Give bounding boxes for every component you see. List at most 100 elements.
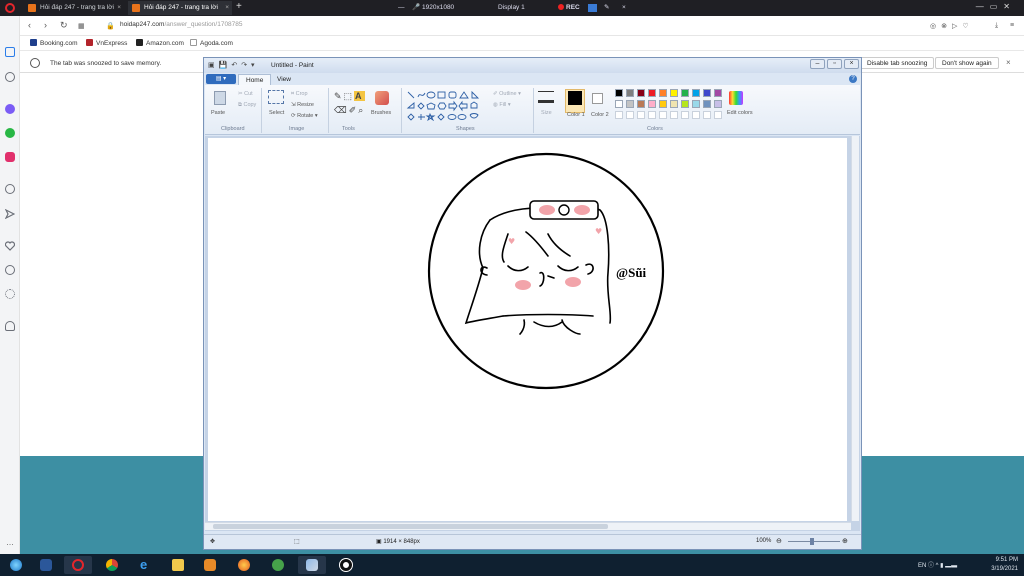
taskbar-explorer[interactable] xyxy=(164,556,192,574)
horizontal-scroll-thumb[interactable] xyxy=(213,524,608,529)
palette-swatch[interactable] xyxy=(692,89,700,97)
taskbar-paint[interactable] xyxy=(298,556,326,574)
shapes-gallery[interactable] xyxy=(406,89,488,121)
zoom-out-icon[interactable]: ⊖ xyxy=(776,537,782,545)
taskbar-app[interactable] xyxy=(264,556,292,574)
close-tab-icon[interactable]: × xyxy=(225,1,229,15)
downloads-icon[interactable]: ⤓ xyxy=(995,22,998,30)
more-icon[interactable]: … xyxy=(6,538,14,547)
bookmark-vnexpress[interactable]: VnExpress xyxy=(86,39,127,47)
taskbar-recorder[interactable] xyxy=(332,556,360,574)
palette-swatch[interactable] xyxy=(692,100,700,108)
system-tray-icons[interactable]: EN ⓘ ^ ▮ ▂▃ xyxy=(918,560,957,569)
bookmark-agoda[interactable]: Agoda.com xyxy=(190,39,233,47)
palette-swatch[interactable] xyxy=(626,89,634,97)
quick-access-toolbar[interactable]: ▣💾↶↷▾ xyxy=(208,61,259,69)
taskbar-firefox[interactable] xyxy=(230,556,258,574)
palette-swatch[interactable] xyxy=(615,100,623,108)
dont-show-again-button[interactable]: Don't show again xyxy=(935,57,999,69)
copy-button[interactable]: ⧉ Copy xyxy=(238,102,256,109)
browser-tab-2[interactable]: Hỏi đáp 247 - trang tra lời × xyxy=(128,1,232,15)
minimize-button[interactable]: – xyxy=(810,59,825,69)
empty-custom-swatch[interactable] xyxy=(626,111,634,119)
palette-swatch[interactable] xyxy=(659,100,667,108)
menu-icon[interactable]: ≡ xyxy=(1010,22,1014,29)
select-button[interactable]: Select xyxy=(269,110,284,116)
palette-swatch[interactable] xyxy=(681,89,689,97)
brushes-button[interactable]: Brushes xyxy=(371,110,391,116)
star-icon[interactable] xyxy=(5,72,15,82)
tools-row-1[interactable]: ✎⬚A xyxy=(334,91,365,102)
browser-tab-1[interactable]: Hỏi đáp 247 - trang tra lời × xyxy=(24,1,124,15)
help-icon[interactable]: ? xyxy=(849,75,857,83)
tab-home[interactable]: Home xyxy=(238,74,272,85)
record-indicator[interactable]: REC xyxy=(558,1,580,15)
file-menu-button[interactable]: ▤ ▾ xyxy=(206,74,236,84)
empty-custom-swatch[interactable] xyxy=(703,111,711,119)
taskbar-media[interactable] xyxy=(196,556,224,574)
brushes-icon[interactable] xyxy=(375,91,389,105)
bookmark-amazon[interactable]: Amazon.com xyxy=(136,39,184,47)
lightbulb-icon[interactable] xyxy=(5,321,15,331)
palette-swatch[interactable] xyxy=(670,89,678,97)
edit-colors-icon[interactable] xyxy=(729,91,743,105)
empty-custom-swatch[interactable] xyxy=(659,111,667,119)
disable-snoozing-button[interactable]: Disable tab snoozing xyxy=(860,57,935,69)
palette-swatch[interactable] xyxy=(637,100,645,108)
mic-icon[interactable]: 🎤 xyxy=(412,1,420,15)
paste-icon[interactable] xyxy=(214,91,226,105)
horizontal-scrollbar[interactable] xyxy=(205,522,851,530)
palette-swatch[interactable] xyxy=(648,100,656,108)
palette-swatch[interactable] xyxy=(670,100,678,108)
palette-swatch[interactable] xyxy=(648,89,656,97)
close-icon[interactable]: × xyxy=(622,1,626,15)
palette-swatch[interactable] xyxy=(703,89,711,97)
empty-custom-swatch[interactable] xyxy=(670,111,678,119)
close-button[interactable]: × xyxy=(844,59,859,69)
settings-icon[interactable] xyxy=(5,289,15,299)
zoom-slider[interactable] xyxy=(788,541,840,542)
empty-custom-swatch[interactable] xyxy=(692,111,700,119)
palette-swatch[interactable] xyxy=(681,100,689,108)
palette-swatch[interactable] xyxy=(659,89,667,97)
palette-swatch[interactable] xyxy=(626,100,634,108)
tools-row-2[interactable]: ⌫✐⌕ xyxy=(334,105,365,116)
new-tab-button[interactable]: + xyxy=(236,1,242,12)
vertical-scrollbar[interactable] xyxy=(851,136,859,521)
reload-icon[interactable]: ↻ xyxy=(60,20,68,31)
rotate-button[interactable]: ⟳ Rotate ▾ xyxy=(291,113,318,119)
size-icon[interactable] xyxy=(538,91,554,103)
opera-logo-icon[interactable] xyxy=(5,3,15,13)
speed-dial-icon[interactable]: ▦ xyxy=(78,22,85,30)
drawing-canvas[interactable]: ♥ ♥ @Sũi xyxy=(208,138,847,521)
fill-button[interactable]: ◍ Fill ▾ xyxy=(493,102,511,108)
close-infobar-icon[interactable]: × xyxy=(1006,58,1011,67)
empty-custom-swatch[interactable] xyxy=(615,111,623,119)
clock[interactable]: 9:51 PM 3/19/2021 xyxy=(991,556,1018,574)
paste-button[interactable]: Paste xyxy=(211,110,225,116)
empty-custom-swatch[interactable] xyxy=(681,111,689,119)
select-icon[interactable] xyxy=(268,90,284,104)
player-icon[interactable] xyxy=(5,184,15,194)
empty-custom-swatch[interactable] xyxy=(648,111,656,119)
zoom-slider-thumb[interactable] xyxy=(810,538,814,545)
pen-icon[interactable]: ✎ xyxy=(604,1,609,15)
outline-button[interactable]: ✐ Outline ▾ xyxy=(493,91,521,97)
history-icon[interactable] xyxy=(5,265,15,275)
whatsapp-icon[interactable] xyxy=(5,128,15,138)
palette-swatch[interactable] xyxy=(714,100,722,108)
palette-swatch[interactable] xyxy=(615,89,623,97)
close-tab-icon[interactable]: × xyxy=(117,1,121,15)
window-controls[interactable]: —▭✕ xyxy=(976,2,1016,11)
heart-icon[interactable] xyxy=(4,241,16,251)
palette-swatch[interactable] xyxy=(714,89,722,97)
url-field[interactable]: hoidap247.com/answer_question/1708785 xyxy=(120,21,243,28)
instagram-icon[interactable] xyxy=(5,152,15,162)
palette-swatch[interactable] xyxy=(703,100,711,108)
color2-swatch[interactable] xyxy=(592,93,603,104)
send-icon[interactable] xyxy=(4,208,16,220)
taskbar-chrome[interactable] xyxy=(98,556,126,574)
home-icon[interactable] xyxy=(5,47,15,57)
empty-custom-swatch[interactable] xyxy=(637,111,645,119)
taskbar-opera[interactable] xyxy=(64,556,92,574)
